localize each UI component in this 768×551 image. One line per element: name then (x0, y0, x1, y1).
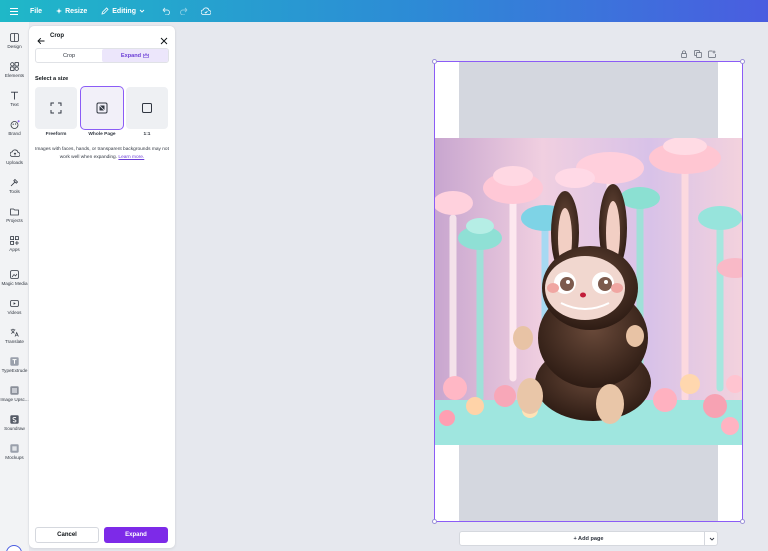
note-text: Images with faces, hands, or transparent… (35, 147, 169, 160)
sidebar-item-brand[interactable]: Brand (0, 116, 29, 142)
cancel-button[interactable]: Cancel (35, 527, 99, 543)
elements-icon (10, 61, 20, 71)
design-icon (10, 32, 20, 42)
size-option-freeform[interactable] (35, 87, 77, 129)
top-bar: File Resize Editing (0, 0, 768, 22)
translate-icon (10, 327, 20, 337)
sidebar-item-elements[interactable]: Elements (0, 58, 29, 84)
sidebar-item-magic-media[interactable]: Magic Media (0, 266, 29, 292)
sidebar-label: Image Upsc... (0, 397, 29, 402)
chevron-down-icon (139, 9, 145, 13)
sidebar-label: Videos (7, 310, 22, 315)
sidebar-item-mockups[interactable]: Mockups (0, 440, 29, 466)
add-page-icon[interactable] (708, 50, 716, 58)
resize-handle[interactable] (740, 519, 745, 524)
labubu-photo[interactable] (435, 138, 742, 445)
pencil-icon (101, 7, 109, 15)
sidebar-label: Apps (9, 247, 20, 252)
sidebar-label: TypeExtrude (1, 368, 28, 373)
whole-page-icon (96, 102, 108, 114)
brand-icon (10, 119, 20, 129)
resize-handle[interactable] (432, 519, 437, 524)
sparkle-icon (56, 8, 63, 14)
square-icon (142, 103, 152, 113)
design-page[interactable] (432, 59, 745, 524)
duplicate-icon[interactable] (694, 50, 702, 58)
lock-icon[interactable] (680, 50, 688, 58)
tab-expand[interactable]: Expand (102, 49, 168, 62)
tab-label: Crop (62, 52, 76, 59)
sidebar-label: Uploads (6, 160, 23, 165)
expand-note: Images with faces, hands, or transparent… (35, 146, 169, 161)
back-arrow-icon[interactable] (37, 32, 45, 45)
size-option-square[interactable] (126, 87, 168, 129)
editing-label: Editing (112, 7, 136, 15)
sidebar-item-tools[interactable]: Tools (0, 174, 29, 200)
sidebar-label: Brand (8, 131, 21, 136)
left-sidebar: Design Elements Text Brand Uploads Tools… (0, 22, 29, 551)
sidebar-label: Tools (9, 189, 20, 194)
sidebar-item-text[interactable]: Text (0, 87, 29, 113)
sidebar-item-design[interactable]: Design (0, 29, 29, 55)
sidebar-label: Text (10, 102, 19, 107)
sidebar-label: Design (7, 44, 22, 49)
resize-label: Resize (65, 7, 88, 15)
menu-icon[interactable] (10, 7, 18, 15)
resize-handle[interactable] (432, 59, 437, 64)
crop-expand-tabs: Crop Expand (35, 48, 169, 63)
resize-button[interactable]: Resize (56, 8, 87, 15)
sidebar-label: Magic Media (1, 281, 28, 286)
image-upscaler-icon (10, 385, 20, 395)
text-icon (10, 90, 20, 100)
sidebar-item-typeextrude[interactable]: TypeExtrude (0, 353, 29, 379)
apps-icon (10, 235, 20, 245)
expand-button[interactable]: Expand (104, 527, 168, 543)
close-icon[interactable] (160, 32, 168, 45)
projects-icon (10, 206, 20, 216)
size-option-label: Freeform (45, 132, 67, 137)
cloud-sync-icon[interactable] (200, 7, 211, 15)
redo-icon[interactable] (180, 7, 189, 15)
soundraw-icon (10, 414, 20, 424)
sidebar-label: Mockups (5, 455, 24, 460)
sidebar-item-uploads[interactable]: Uploads (0, 145, 29, 171)
size-option-label: Whole Page (88, 132, 116, 137)
sidebar-label: Projects (6, 218, 23, 223)
learn-more-link[interactable]: Learn more. (118, 155, 144, 160)
sidebar-item-videos[interactable]: Videos (0, 295, 29, 321)
file-label: File (30, 7, 43, 15)
undo-icon[interactable] (161, 7, 170, 15)
videos-icon (10, 298, 20, 308)
sidebar-label: Soundraw (4, 426, 25, 431)
sidebar-item-image-upscaler[interactable]: Image Upsc... (0, 382, 29, 408)
crown-icon (143, 53, 149, 58)
resize-handle[interactable] (740, 59, 745, 64)
sidebar-item-apps[interactable]: Apps (0, 232, 29, 258)
add-page-button[interactable]: + Add page (459, 531, 718, 546)
sidebar-item-soundraw[interactable]: Soundraw (0, 411, 29, 437)
uploads-icon (9, 148, 20, 158)
chevron-down-icon[interactable] (704, 531, 718, 546)
size-option-whole-page[interactable] (81, 87, 123, 129)
file-menu[interactable]: File (30, 8, 42, 15)
freeform-crop-icon (50, 102, 62, 114)
magic-media-icon (10, 269, 20, 279)
avatar[interactable] (6, 545, 22, 551)
typeextrude-icon (10, 356, 20, 366)
mockups-icon (10, 443, 20, 453)
select-size-label: Select a size (35, 76, 69, 82)
tools-icon (10, 177, 20, 187)
crop-panel: Crop Crop Expand Select a size Freeform … (29, 26, 175, 548)
sidebar-label: Translate (5, 339, 24, 344)
tab-crop[interactable]: Crop (36, 49, 102, 62)
page-toolbar (680, 50, 716, 58)
sidebar-label: Elements (4, 73, 25, 78)
panel-title: Crop (50, 33, 64, 39)
sidebar-item-translate[interactable]: Translate (0, 324, 29, 350)
tab-label: Expand (120, 52, 142, 59)
sidebar-item-projects[interactable]: Projects (0, 203, 29, 229)
editing-mode-button[interactable]: Editing (101, 7, 145, 15)
size-option-label: 1:1 (143, 132, 151, 137)
